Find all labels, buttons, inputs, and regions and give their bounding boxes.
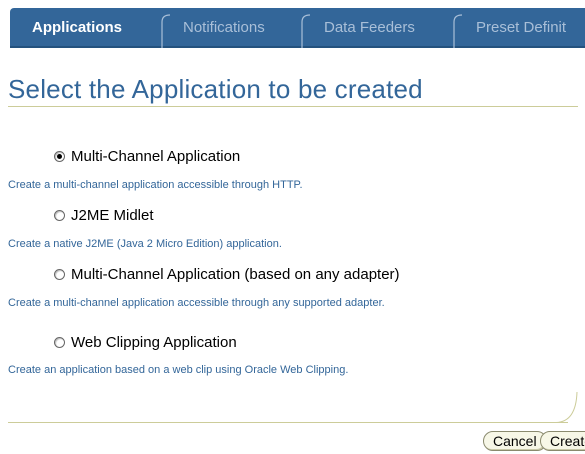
option-web-clipping-application[interactable]: Web Clipping Application [54, 332, 237, 352]
option-j2me-midlet[interactable]: J2ME Midlet [54, 205, 154, 225]
option-label: J2ME Midlet [71, 206, 154, 224]
tab-bar: Applications Notifications Data Feeders … [10, 8, 585, 48]
tab-data-feeders[interactable]: Data Feeders [324, 8, 415, 48]
tab-separator [161, 14, 171, 48]
option-multi-channel-any-adapter[interactable]: Multi-Channel Application (based on any … [54, 264, 400, 284]
cancel-button[interactable]: Cancel [483, 431, 547, 451]
tab-preset-definitions[interactable]: Preset Definit [476, 8, 566, 48]
page-title: Select the Application to be created [8, 74, 423, 104]
radio-button[interactable] [54, 209, 65, 221]
footer-divider [8, 422, 568, 423]
title-divider [8, 106, 578, 107]
radio-button[interactable] [54, 268, 65, 280]
radio-button-selected[interactable] [54, 150, 65, 162]
tab-applications[interactable]: Applications [32, 8, 122, 48]
option-description: Create a multi-channel application acces… [8, 297, 385, 309]
create-button[interactable]: Create [540, 431, 585, 451]
footer-corner-curve [556, 392, 578, 423]
option-description: Create a multi-channel application acces… [8, 179, 303, 191]
option-label: Multi-Channel Application (based on any … [71, 265, 400, 283]
option-label: Web Clipping Application [71, 333, 237, 351]
tab-separator [301, 14, 311, 48]
option-description: Create a native J2ME (Java 2 Micro Editi… [8, 238, 282, 250]
tab-separator [453, 14, 463, 48]
option-label: Multi-Channel Application [71, 147, 241, 165]
option-multi-channel-application[interactable]: Multi-Channel Application [54, 146, 240, 166]
radio-button[interactable] [54, 336, 65, 348]
option-description: Create an application based on a web cli… [8, 364, 349, 376]
tab-notifications[interactable]: Notifications [183, 8, 265, 48]
